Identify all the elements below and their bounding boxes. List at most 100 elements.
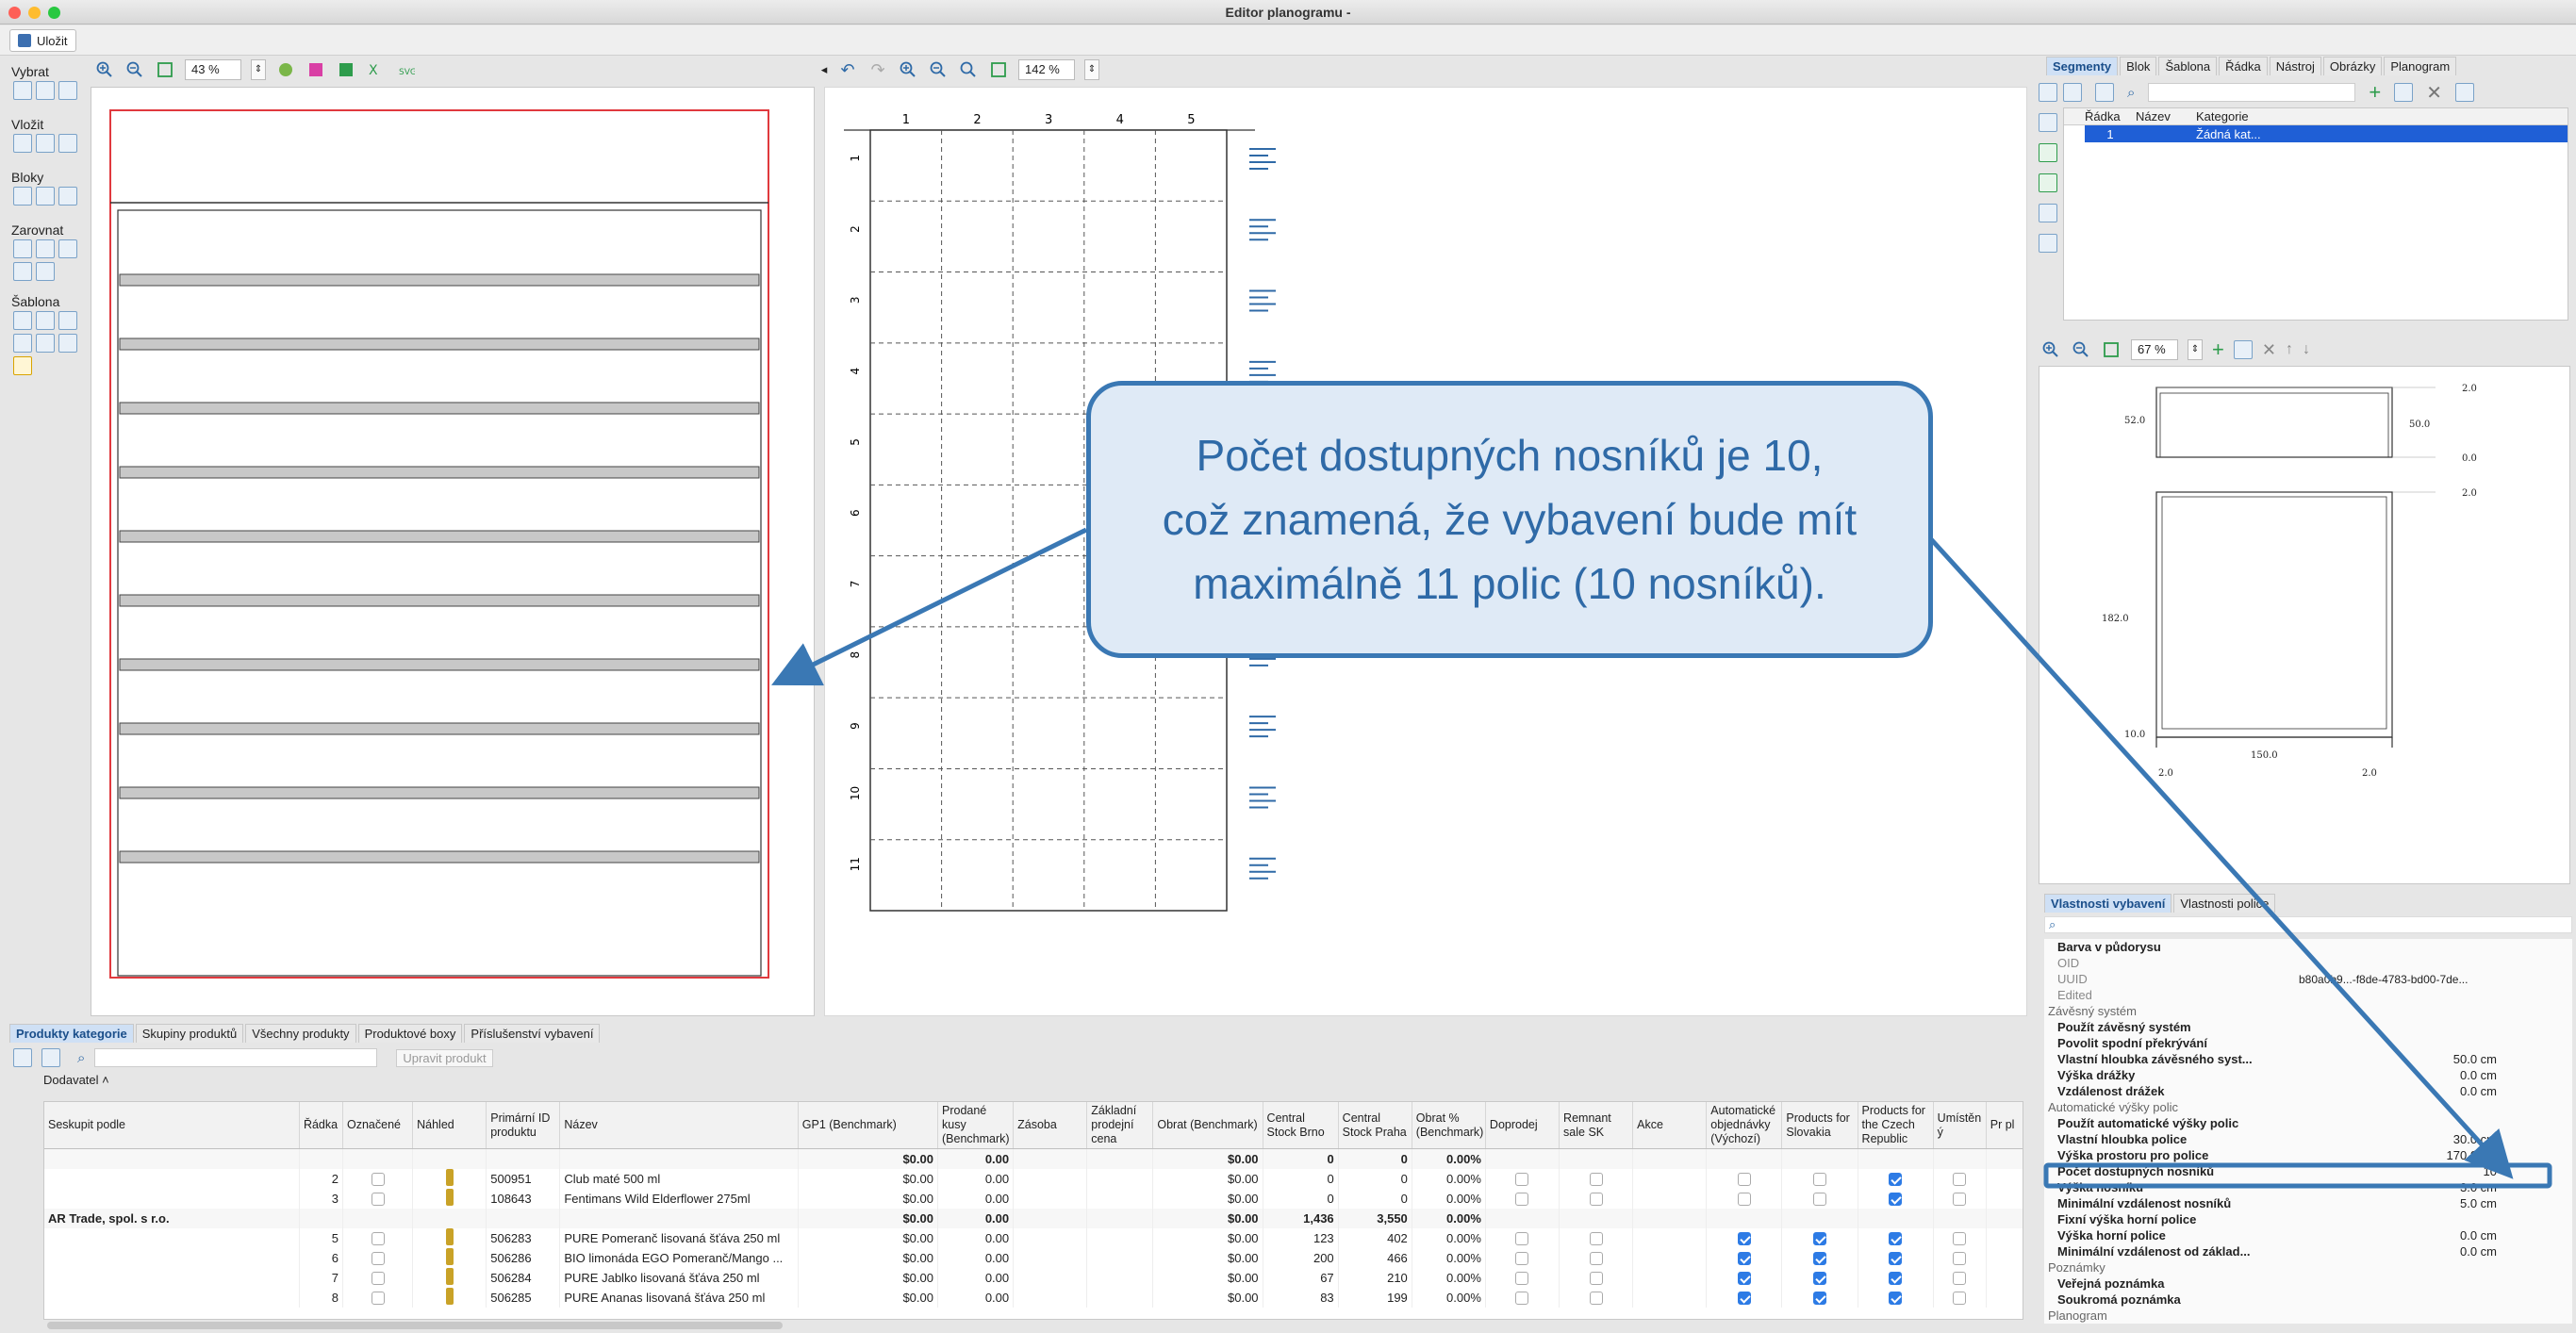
fit-view-icon[interactable] — [155, 59, 175, 80]
property-row[interactable]: Automatické výšky polic — [2044, 1099, 2572, 1115]
checkbox[interactable] — [1515, 1251, 1529, 1265]
shelf-beam[interactable] — [119, 402, 760, 415]
checkbox[interactable] — [1889, 1172, 1903, 1186]
zoom-in-icon[interactable] — [2040, 339, 2061, 360]
property-row[interactable]: Závěsný systém — [2044, 1003, 2572, 1019]
tab-řádka[interactable]: Řádka — [2219, 57, 2268, 75]
delete-icon[interactable]: ✕ — [2426, 81, 2442, 105]
checkbox[interactable] — [1737, 1172, 1751, 1186]
move-up-icon[interactable]: ↑ — [2286, 341, 2293, 358]
checkbox[interactable] — [371, 1231, 385, 1245]
property-value[interactable]: 0.0 cm — [2289, 1244, 2572, 1259]
column-header[interactable]: Primární ID produktu — [486, 1102, 561, 1149]
shelf-beam[interactable] — [119, 273, 760, 287]
mid-zoom-stepper[interactable]: ⇕ — [1084, 59, 1099, 80]
property-row[interactable]: Edited — [2044, 987, 2572, 1003]
property-row[interactable]: Soukromá poznámka — [2044, 1292, 2572, 1308]
block-merge-icon[interactable] — [58, 187, 77, 206]
insert-x-icon[interactable] — [36, 134, 55, 153]
check-icon[interactable] — [2039, 83, 2057, 102]
save-button[interactable]: Uložit — [9, 29, 76, 52]
property-value[interactable]: 3.0 cm — [2289, 1180, 2572, 1194]
excel-icon[interactable] — [2039, 143, 2057, 162]
property-row[interactable]: Výška nosníku 3.0 cm — [2044, 1179, 2572, 1195]
mid-zoom-field[interactable]: 142 % — [1018, 59, 1075, 80]
preview-zoom-stepper[interactable]: ⇕ — [2188, 339, 2203, 360]
warning-icon[interactable] — [13, 356, 32, 375]
checkbox[interactable] — [1953, 1192, 1967, 1206]
checkbox[interactable] — [1953, 1271, 1967, 1285]
multi-select-icon[interactable] — [36, 81, 55, 100]
property-row[interactable]: UUID b80a0b9...-f8de-4783-bd00-7de... — [2044, 971, 2572, 987]
col-radka[interactable]: Řádka — [2085, 109, 2136, 123]
props-tab-0[interactable]: Vlastnosti vybavení — [2044, 894, 2172, 913]
checkbox[interactable] — [1515, 1172, 1529, 1186]
checkbox[interactable] — [1589, 1172, 1603, 1186]
checkbox[interactable] — [1812, 1271, 1826, 1285]
shelf-beam[interactable] — [119, 722, 760, 735]
property-row[interactable]: Použít automatické výšky polic — [2044, 1115, 2572, 1131]
props-tab-1[interactable]: Vlastnosti police — [2173, 894, 2276, 913]
checkbox[interactable] — [1953, 1172, 1967, 1186]
image-edit-icon[interactable] — [305, 59, 326, 80]
products-tab-1[interactable]: Skupiny produktů — [135, 1024, 244, 1043]
property-row[interactable]: Barva v půdorysu — [2044, 939, 2572, 955]
checkbox[interactable] — [1812, 1172, 1826, 1186]
add-icon[interactable]: + — [2369, 80, 2381, 105]
redo-icon[interactable]: ↷ — [867, 59, 888, 80]
table-row[interactable]: 7 506284 PURE Jablko lisovaná šťáva 250 ml… — [44, 1267, 2023, 1288]
zoom-in-icon[interactable] — [898, 59, 918, 80]
align-right-icon[interactable] — [58, 239, 77, 258]
chart-icon[interactable] — [2039, 234, 2057, 253]
checkbox[interactable] — [1889, 1291, 1903, 1305]
column-header[interactable]: Products for the Czech Republic — [1858, 1102, 1934, 1149]
column-header[interactable]: Seskupit podle — [44, 1102, 300, 1149]
column-header[interactable]: Označené — [342, 1102, 414, 1149]
collapse-left-icon[interactable]: ◂ — [820, 59, 828, 80]
checkbox[interactable] — [371, 1172, 385, 1186]
property-row[interactable]: Vzdálenost drážek 0.0 cm — [2044, 1083, 2572, 1099]
segments-search-input[interactable] — [2148, 83, 2356, 102]
property-value[interactable]: 5.0 cm — [2289, 1196, 2572, 1210]
table-row[interactable]: 6 506286 BIO limonáda EGO Pomeranč/Mango .… — [44, 1247, 2023, 1268]
duplicate-icon[interactable] — [2394, 83, 2414, 102]
property-row[interactable]: Výška drážky 0.0 cm — [2044, 1067, 2572, 1083]
tab-šablona[interactable]: Šablona — [2158, 57, 2218, 75]
zoom-in-icon[interactable] — [94, 59, 115, 80]
checkbox[interactable] — [371, 1192, 385, 1206]
checkbox[interactable] — [1515, 1291, 1529, 1305]
checkbox[interactable] — [1889, 1231, 1903, 1245]
checkbox[interactable] — [1812, 1291, 1826, 1305]
checkbox[interactable] — [1812, 1192, 1826, 1206]
table-row[interactable]: 5 506283 PURE Pomeranč lisovaná šťáva 250 … — [44, 1227, 2023, 1248]
filter-icon[interactable] — [41, 1048, 60, 1067]
fit-view-icon[interactable] — [2101, 339, 2122, 360]
checkbox[interactable] — [1812, 1231, 1826, 1245]
table-row[interactable]: 2 500951 Club maté 500 ml $0.00 0.00 $0.00 0 0 0… — [44, 1168, 2023, 1189]
template-people-icon[interactable] — [36, 334, 55, 353]
property-value[interactable]: 30.0 cm — [2289, 1132, 2572, 1146]
checkbox[interactable] — [1953, 1251, 1967, 1265]
image-settings-icon[interactable] — [336, 59, 356, 80]
tab-planogram[interactable]: Planogram — [2384, 57, 2457, 75]
checkbox[interactable] — [1953, 1231, 1967, 1245]
column-header[interactable]: Náhled — [412, 1102, 487, 1149]
property-row[interactable]: Použít závěsný systém — [2044, 1019, 2572, 1035]
property-value[interactable]: 50.0 cm — [2289, 1052, 2572, 1066]
column-header[interactable]: Obrat (Benchmark) — [1152, 1102, 1263, 1149]
align-left-icon[interactable] — [13, 239, 32, 258]
products-tab-2[interactable]: Všechny produkty — [245, 1024, 356, 1043]
shelf-beam[interactable] — [119, 466, 760, 479]
filter-icon[interactable] — [2095, 83, 2114, 102]
checkbox[interactable] — [1589, 1291, 1603, 1305]
property-row[interactable]: Výška prostoru pro police 170.0 cm — [2044, 1147, 2572, 1163]
zoom-out-icon[interactable] — [2071, 339, 2091, 360]
checkbox[interactable] — [1737, 1291, 1751, 1305]
column-header[interactable]: Products for Slovakia — [1781, 1102, 1858, 1149]
template-image-icon[interactable] — [13, 334, 32, 353]
checkbox[interactable] — [1589, 1231, 1603, 1245]
column-header[interactable]: Řádka — [299, 1102, 344, 1149]
checkbox[interactable] — [1515, 1231, 1529, 1245]
preview-zoom-field[interactable]: 67 % — [2131, 339, 2178, 360]
col-nazev[interactable]: Název — [2136, 109, 2196, 123]
